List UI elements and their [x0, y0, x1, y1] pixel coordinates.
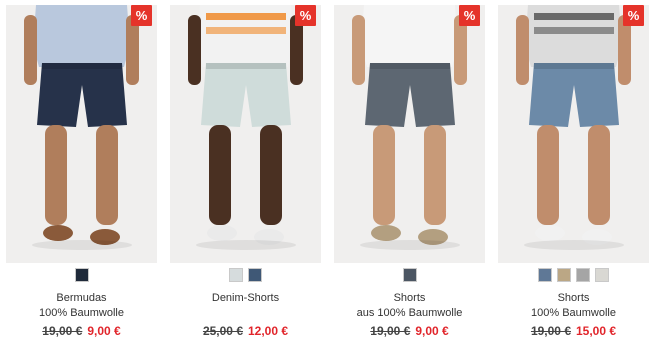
old-price: 19,00 €	[42, 324, 83, 338]
product-image[interactable]	[498, 5, 649, 263]
product-name[interactable]: Shorts	[334, 292, 485, 305]
product-card[interactable]: % Shorts aus 100% Baumwolle 19,00 € 9,00 …	[334, 0, 485, 344]
product-subtitle: 100% Baumwolle	[39, 307, 124, 319]
product-card[interactable]: % Denim-Shorts 25,00 € 12,00 €	[170, 0, 321, 344]
product-name[interactable]: Shorts	[498, 292, 649, 305]
sale-price: 12,00 €	[248, 324, 289, 338]
sale-badge: %	[131, 5, 152, 26]
price-row: 19,00 € 15,00 €	[498, 324, 649, 338]
sale-price: 9,00 €	[415, 324, 449, 338]
product-card[interactable]: % Bermudas 100% Baumwolle 19,00 € 9,00 €	[6, 0, 157, 344]
color-swatches	[6, 268, 157, 284]
product-image[interactable]	[6, 5, 157, 263]
product-image[interactable]	[334, 5, 485, 263]
model-illustration	[24, 5, 139, 250]
model-illustration	[188, 5, 303, 250]
price-row: 25,00 € 12,00 €	[170, 324, 321, 338]
color-swatch[interactable]	[595, 268, 609, 282]
old-price: 19,00 €	[530, 324, 571, 338]
model-illustration	[516, 5, 631, 250]
model-illustration	[352, 5, 467, 250]
price-row: 19,00 € 9,00 €	[6, 324, 157, 338]
product-image[interactable]	[170, 5, 321, 263]
sale-badge: %	[295, 5, 316, 26]
color-swatch[interactable]	[576, 268, 590, 282]
product-name[interactable]: Bermudas	[6, 292, 157, 305]
color-swatch[interactable]	[402, 268, 417, 282]
sale-price: 9,00 €	[87, 324, 121, 338]
color-swatch[interactable]	[229, 268, 243, 282]
old-price: 19,00 €	[370, 324, 411, 338]
color-swatch[interactable]	[557, 268, 571, 282]
sale-badge: %	[459, 5, 480, 26]
color-swatch[interactable]	[74, 268, 89, 282]
product-card[interactable]: % Shorts 100% Baumwolle 19,00 € 15,00 €	[498, 0, 649, 344]
color-swatches	[170, 268, 321, 284]
color-swatches	[334, 268, 485, 284]
color-swatch[interactable]	[538, 268, 552, 282]
product-name[interactable]: Denim-Shorts	[170, 292, 321, 305]
color-swatches	[498, 268, 649, 284]
color-swatch[interactable]	[248, 268, 262, 282]
product-subtitle: 100% Baumwolle	[531, 307, 616, 319]
sale-badge: %	[623, 5, 644, 26]
old-price: 25,00 €	[202, 324, 243, 338]
price-row: 19,00 € 9,00 €	[334, 324, 485, 338]
product-subtitle: aus 100% Baumwolle	[356, 307, 463, 319]
sale-price: 15,00 €	[576, 324, 617, 338]
